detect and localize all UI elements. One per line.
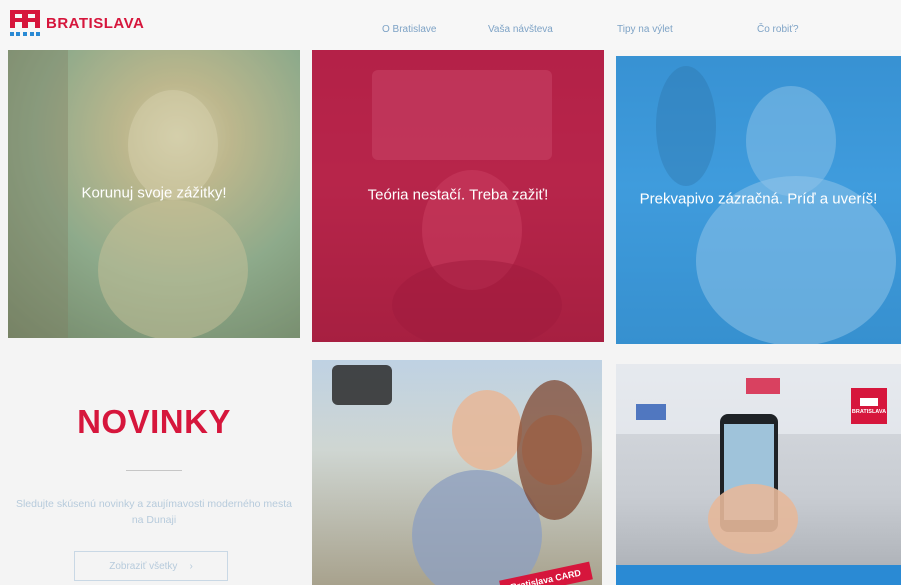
nav-item-vasa-navsteva[interactable]: Vaša návšteva bbox=[488, 24, 553, 35]
selfie-tile[interactable]: Bratislava CARD bbox=[312, 360, 602, 585]
show-all-label: Zobraziť všetky bbox=[109, 560, 178, 572]
nav-item-tipy-na-vylet[interactable]: Tipy na výlet bbox=[617, 24, 673, 35]
main-nav: O Bratislave Vaša návšteva Tipy na výlet… bbox=[0, 24, 901, 40]
news-description: Sledujte skúsenú novinky a zaujímavosti … bbox=[15, 498, 293, 526]
chevron-right-icon: › bbox=[189, 560, 193, 572]
tile-caption: Korunuj svoje zážitky! bbox=[81, 184, 227, 202]
badge-text: BRATISLAVA bbox=[851, 408, 887, 415]
tile-korunuj[interactable]: Korunuj svoje zážitky! bbox=[8, 50, 300, 338]
tile-teoria[interactable]: Teória nestačí. Treba zažiť! bbox=[312, 50, 604, 342]
bratislava-badge: BRATISLAVA bbox=[851, 388, 887, 424]
divider bbox=[126, 470, 182, 471]
tile-caption: Prekvapivo zázračná. Príď a uveríš! bbox=[639, 190, 878, 208]
tile-strip bbox=[616, 565, 901, 585]
nav-item-co-robit[interactable]: Čo robiť? bbox=[757, 24, 799, 35]
news-section: NOVINKY Sledujte skúsenú novinky a zaují… bbox=[8, 355, 300, 585]
tile-caption: Teória nestačí. Treba zažiť! bbox=[367, 186, 549, 204]
header: BRATISLAVA O Bratislave Vaša návšteva Ti… bbox=[0, 0, 901, 50]
news-title: NOVINKY bbox=[77, 403, 231, 440]
app-tile[interactable]: BRATISLAVA bbox=[616, 364, 901, 585]
tile-prekvapivo[interactable]: Prekvapivo zázračná. Príď a uveríš! bbox=[616, 56, 901, 344]
show-all-button[interactable]: Zobraziť všetky › bbox=[74, 551, 228, 581]
nav-item-o-bratislave[interactable]: O Bratislave bbox=[382, 24, 436, 35]
